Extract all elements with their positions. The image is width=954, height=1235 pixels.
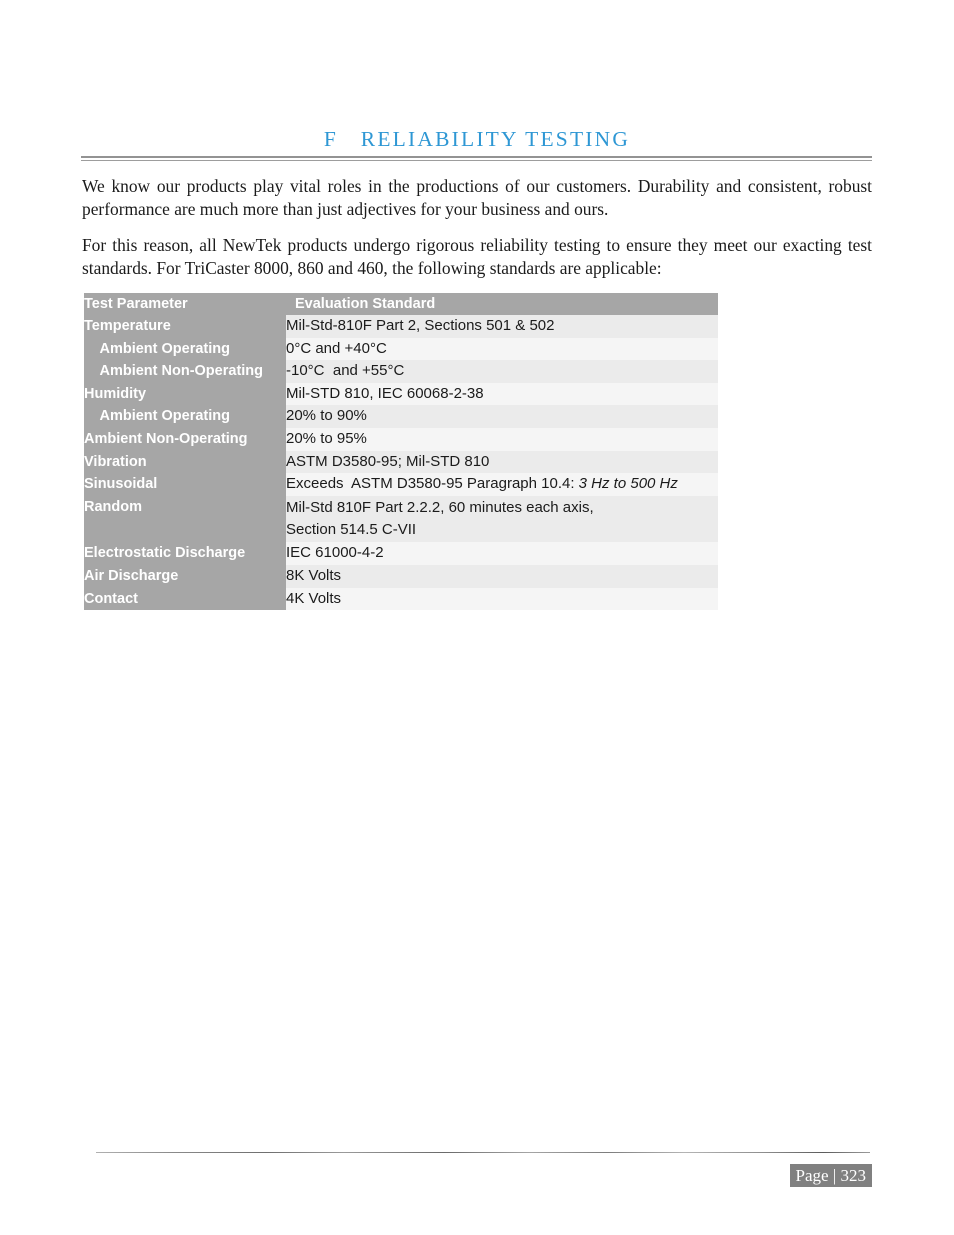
chapter-title: F RELIABILITY TESTING: [323, 127, 631, 151]
table-cell-test-parameter: Sinusoidal: [84, 473, 286, 496]
table-row: Air Discharge 8K Volts: [84, 564, 718, 588]
table-row: Ambient Non-Operating -10°C and +55°C: [84, 360, 718, 383]
emphasis-text: 3 Hz to 500 Hz: [578, 475, 678, 493]
footer-divider-rule: [96, 1152, 870, 1153]
table-cell-test-parameter: Contact: [84, 587, 286, 611]
table-row: Ambient Operating 0°C and +40°C: [84, 337, 718, 361]
table-cell-evaluation-standard: Mil-STD 810, IEC 60068-2-38: [286, 382, 718, 406]
table-cell-evaluation-standard: Mil-Std 810F Part 2.2.2, 60 minutes each…: [286, 495, 718, 543]
table-header-row: Test Parameter Evaluation Standard: [84, 293, 718, 315]
table-cell-test-parameter: Air Discharge: [84, 564, 286, 588]
table-header-test-parameter: Test Parameter: [84, 293, 286, 315]
table-row: Vibration ASTM D3580-95; Mil-STD 810: [84, 450, 718, 474]
table-cell-evaluation-standard: 20% to 90%: [286, 405, 718, 428]
table-body: Temperature Mil-Std-810F Part 2, Sections…: [84, 315, 718, 611]
document-page: F RELIABILITY TESTING We know our produc…: [0, 0, 954, 1235]
intro-paragraph-1: We know our products play vital roles in…: [82, 176, 872, 220]
table-cell-evaluation-standard: 20% to 95%: [286, 427, 718, 451]
table-cell-evaluation-standard: ASTM D3580-95; Mil-STD 810: [286, 450, 718, 474]
table-row: Ambient Non-Operating 20% to 95%: [84, 427, 718, 451]
table-row: Random Mil-Std 810F Part 2.2.2, 60 minute…: [84, 495, 718, 543]
table-cell-test-parameter: Ambient Operating: [84, 405, 286, 428]
table-cell-test-parameter: Ambient Non-Operating: [84, 360, 286, 383]
table-row: Ambient Operating 20% to 90%: [84, 405, 718, 428]
page-number-badge: Page | 323: [789, 1164, 872, 1187]
table-row: Contact 4K Volts: [84, 587, 718, 611]
table-cell-evaluation-standard: 8K Volts: [286, 564, 718, 588]
table-row: Sinusoidal Exceeds ASTM D3580-95 Paragrap…: [84, 473, 718, 496]
table-row: Temperature Mil-Std-810F Part 2, Sections…: [84, 315, 718, 338]
table-cell-test-parameter: Humidity: [84, 382, 286, 406]
table-cell-test-parameter: Vibration: [84, 450, 286, 474]
table-cell-evaluation-standard: 0°C and +40°C: [286, 337, 718, 361]
table-cell-evaluation-standard: Exceeds ASTM D3580-95 Paragraph 10.4: 3 …: [286, 473, 718, 496]
table-row: Electrostatic Discharge IEC 61000-4-2: [84, 542, 718, 565]
table-cell-test-parameter: Electrostatic Discharge: [84, 542, 286, 565]
intro-paragraph-2: For this reason, all NewTek products und…: [82, 235, 872, 279]
table-cell-evaluation-standard: Mil-Std-810F Part 2, Sections 501 & 502: [286, 315, 718, 338]
table-cell-test-parameter: Ambient Non-Operating: [84, 427, 286, 451]
title-divider-rule: [81, 156, 872, 161]
table-header-evaluation-standard: Evaluation Standard: [286, 293, 718, 315]
table-cell-evaluation-standard: -10°C and +55°C: [286, 360, 718, 383]
table-cell-test-parameter: Ambient Operating: [84, 337, 286, 361]
reliability-specs-table: Test Parameter Evaluation Standard Tempe…: [84, 293, 718, 611]
table-cell-test-parameter: Temperature: [84, 315, 286, 338]
table-row: Humidity Mil-STD 810, IEC 60068-2-38: [84, 382, 718, 406]
table-cell-evaluation-standard: IEC 61000-4-2: [286, 542, 718, 565]
table-cell-evaluation-standard: 4K Volts: [286, 587, 718, 611]
table-cell-test-parameter: Random: [84, 495, 286, 543]
